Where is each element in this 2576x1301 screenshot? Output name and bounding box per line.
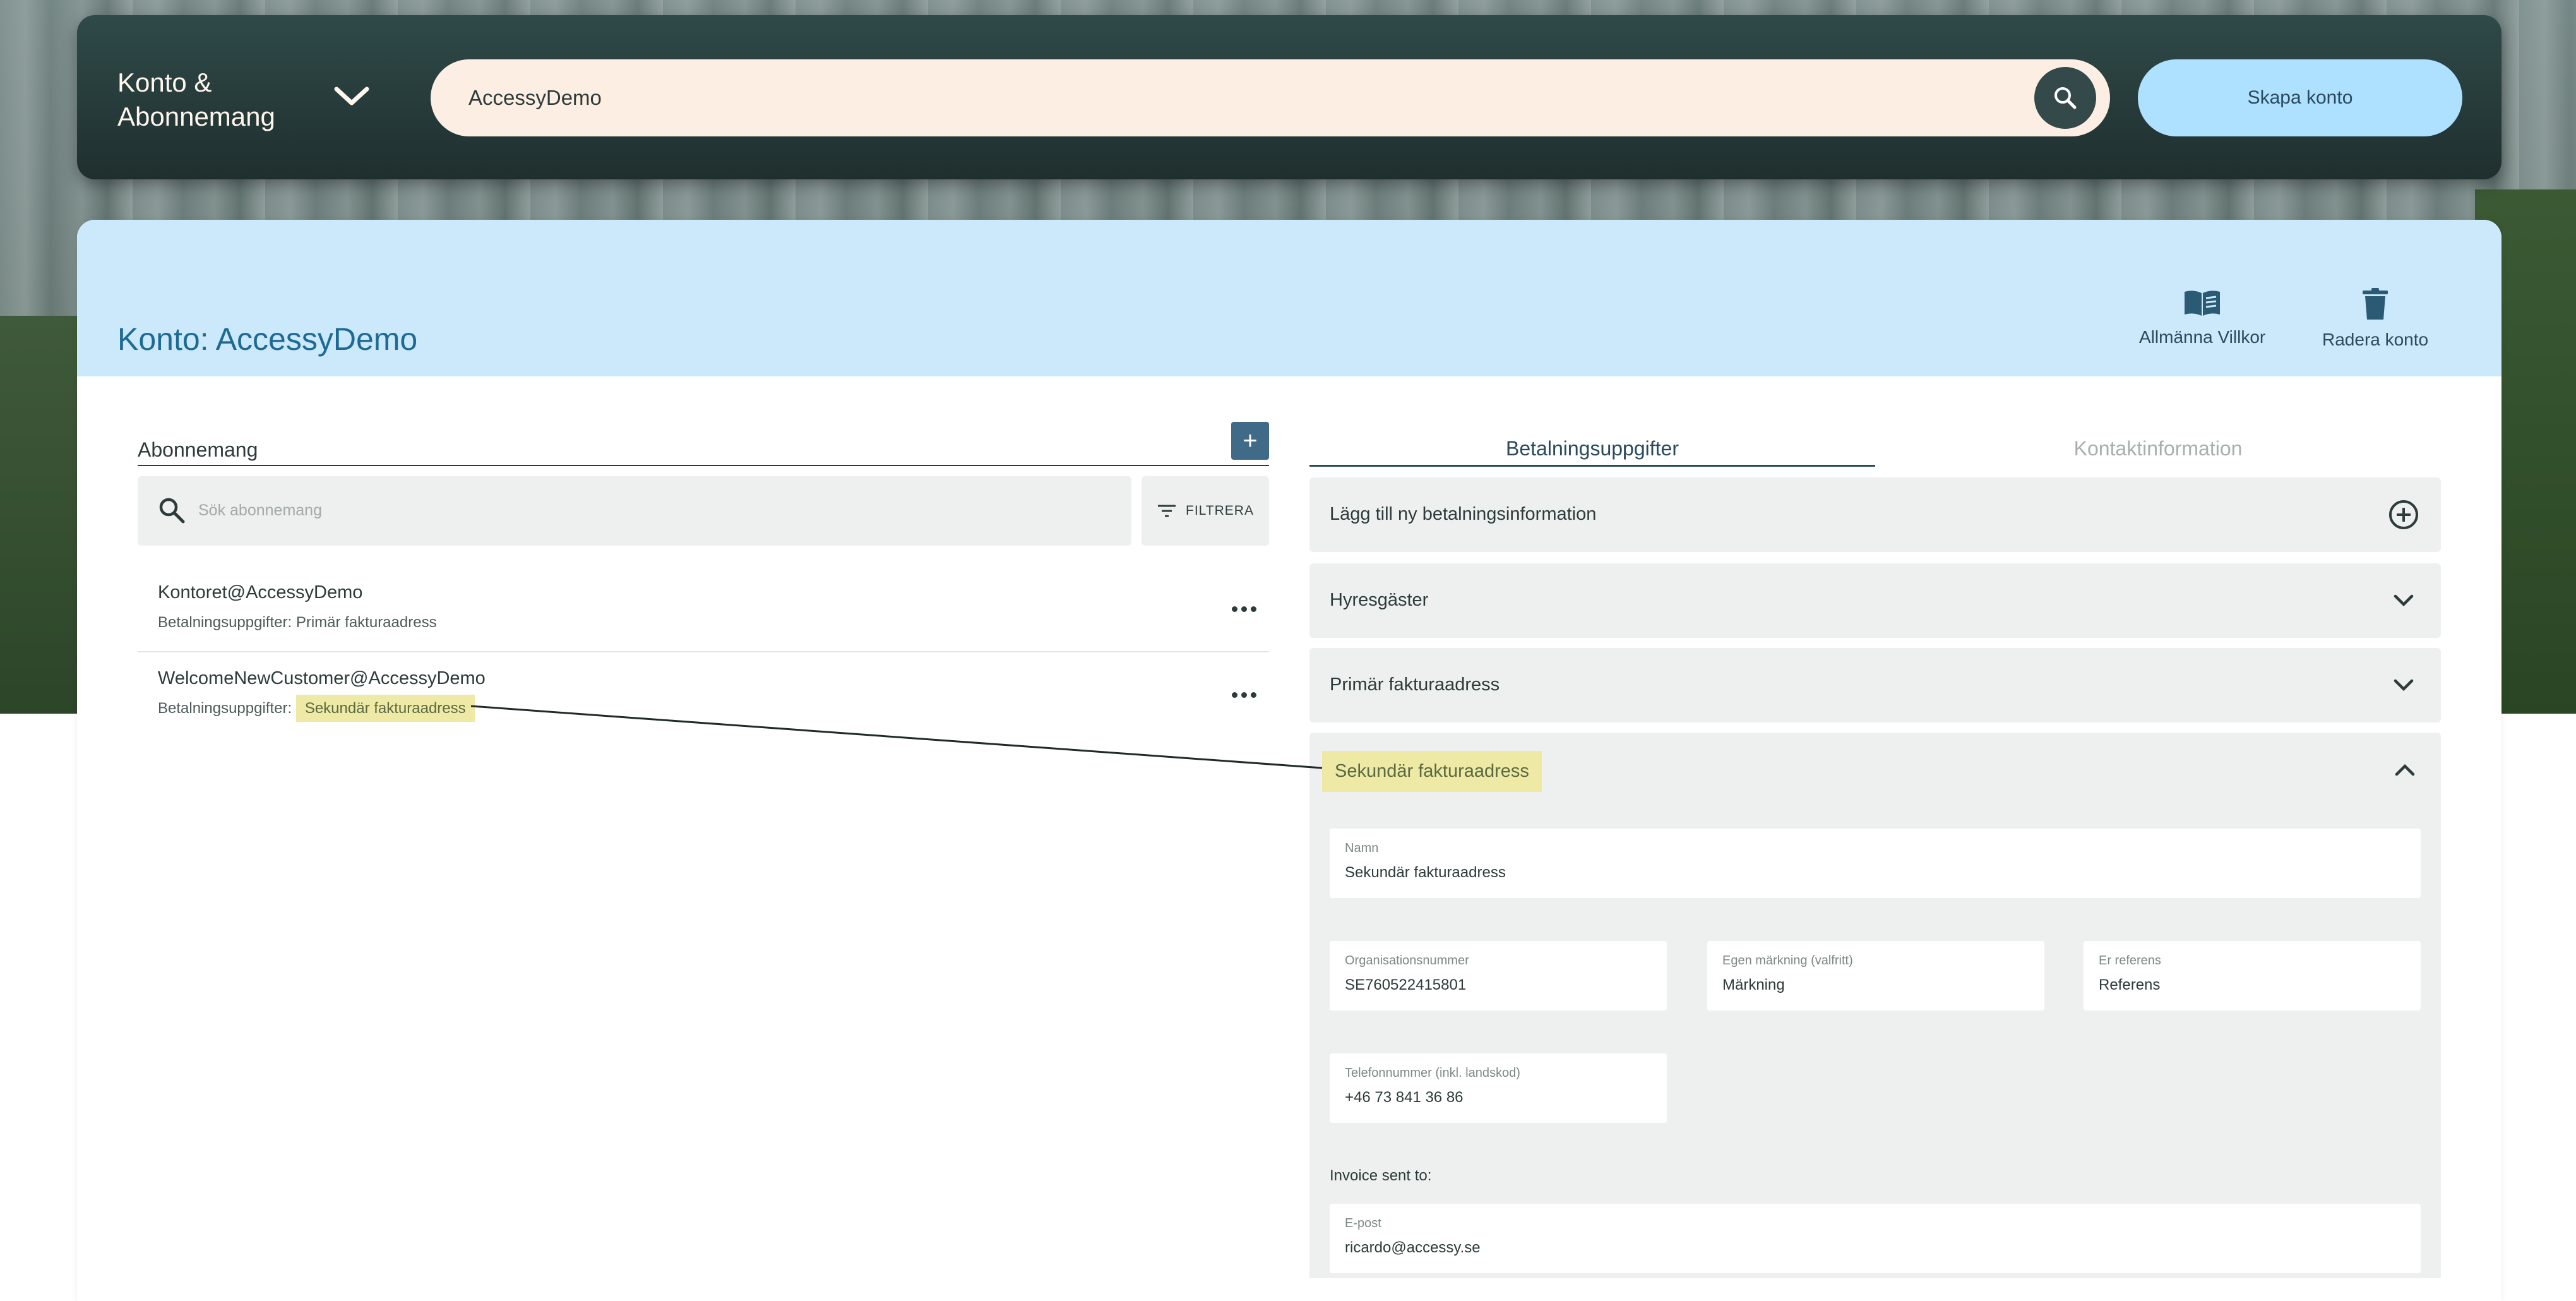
add-payment-info-label: Lägg till ny betalningsinformation [1330,504,1597,524]
name-field[interactable]: Namn Sekundär fakturaadress [1330,829,2421,898]
field-label: Telefonnummer (inkl. landskod) [1345,1066,1520,1080]
subscriptions-divider [138,465,1269,466]
account-search-value[interactable]: AccessyDemo [468,86,602,110]
create-account-button[interactable]: Skapa konto [2138,59,2462,136]
trash-icon [2363,288,2388,320]
section-primary-billing[interactable]: Primär fakturaadress [1309,648,2441,722]
field-value[interactable]: Referens [2099,976,2160,994]
add-subscription-button[interactable]: + [1231,422,1269,460]
field-label: Namn [1345,841,1379,855]
section-title-highlight: Sekundär fakturaadress [1322,750,1542,792]
section-label: Primär fakturaadress [1330,674,1500,695]
section-secondary-billing-expanded: Sekundär fakturaadress Namn Sekundär fak… [1309,733,2441,1278]
org-number-field[interactable]: Organisationsnummer SE760522415801 [1330,941,1667,1010]
account-card: Konto: AccessyDemo Allmänna Villkor Rade… [77,220,2501,1301]
subscription-search-input[interactable]: Sök abonnemang [138,476,1131,546]
search-icon [2054,87,2077,109]
top-navigation-bar: Konto & Abonnemang AccessyDemo Skapa kon… [77,15,2501,179]
delete-account-label: Radera konto [2322,330,2429,349]
account-search-input[interactable]: AccessyDemo [431,59,2110,136]
chevron-down-icon[interactable] [330,81,374,112]
list-item[interactable]: Kontoret@AccessyDemo Betalningsuppgifter… [138,567,1269,650]
app-menu-title[interactable]: Konto & Abonnemang [117,66,319,134]
terms-label: Allmänna Villkor [2139,327,2266,347]
list-item[interactable]: WelcomeNewCustomer@AccessyDemo Betalning… [138,653,1269,736]
search-icon [157,495,187,529]
chevron-down-icon[interactable] [2388,669,2419,701]
subscription-name: WelcomeNewCustomer@AccessyDemo [158,668,486,688]
subscription-payment-info: Betalningsuppgifter: Sekundär fakturaadr… [158,695,475,722]
section-label: Hyresgäster [1330,590,1429,610]
book-icon [2185,291,2221,316]
account-header: Konto: AccessyDemo Allmänna Villkor Rade… [77,220,2501,376]
payment-info-prefix: Betalningsuppgifter: [158,614,292,631]
subscriptions-title: Abonnemang [138,438,258,461]
invoice-sent-to-label: Invoice sent to: [1330,1167,1432,1184]
delete-account-button[interactable]: Radera konto [2322,288,2428,350]
field-label: Egen märkning (valfritt) [1722,954,1853,968]
list-divider [138,651,1269,652]
phone-field[interactable]: Telefonnummer (inkl. landskod) +46 73 84… [1330,1053,1667,1123]
more-options-icon[interactable] [1225,596,1263,621]
reference-field[interactable]: Er referens Referens [2084,941,2421,1010]
subscription-search-placeholder: Sök abonnemang [198,501,322,519]
more-options-icon[interactable] [1225,682,1263,707]
page-title: Konto: AccessyDemo [117,321,418,357]
subscription-payment-info: Betalningsuppgifter: Primär fakturaadres… [158,614,437,632]
field-value[interactable]: Märkning [1722,976,1785,994]
plus-circle-icon[interactable] [2388,499,2419,531]
terms-button[interactable]: Allmänna Villkor [2139,288,2265,347]
filter-button[interactable]: FILTRERA [1142,476,1269,546]
field-label: Organisationsnummer [1345,954,1469,968]
active-tab-indicator [1309,465,1875,467]
field-value[interactable]: ricardo@accessy.se [1345,1239,1481,1257]
tab-payment-details[interactable]: Betalningsuppgifter [1309,437,1875,460]
field-value[interactable]: Sekundär fakturaadress [1345,864,1506,882]
payment-info-value: Primär fakturaadress [295,614,437,631]
email-field[interactable]: E-post ricardo@accessy.se [1330,1204,2421,1273]
field-label: E-post [1345,1216,1381,1230]
filter-label: FILTRERA [1186,503,1254,518]
filter-icon [1158,505,1176,517]
payment-info-value-highlight: Sekundär fakturaadress [295,695,475,722]
section-tenants[interactable]: Hyresgäster [1309,563,2441,638]
field-label: Er referens [2099,954,2161,968]
chevron-up-icon[interactable] [2394,763,2416,780]
own-mark-field[interactable]: Egen märkning (valfritt) Märkning [1707,941,2044,1010]
field-value[interactable]: +46 73 841 36 86 [1345,1089,1464,1106]
field-value[interactable]: SE760522415801 [1345,976,1466,994]
tab-contact-info[interactable]: Kontaktinformation [1875,437,2441,460]
payment-info-prefix: Betalningsuppgifter: [158,700,292,717]
subscription-name: Kontoret@AccessyDemo [158,582,363,603]
section-header[interactable]: Sekundär fakturaadress [1322,733,1542,810]
chevron-down-icon[interactable] [2388,585,2419,616]
add-payment-info-row[interactable]: Lägg till ny betalningsinformation [1309,477,2441,552]
search-button[interactable] [2034,67,2096,129]
